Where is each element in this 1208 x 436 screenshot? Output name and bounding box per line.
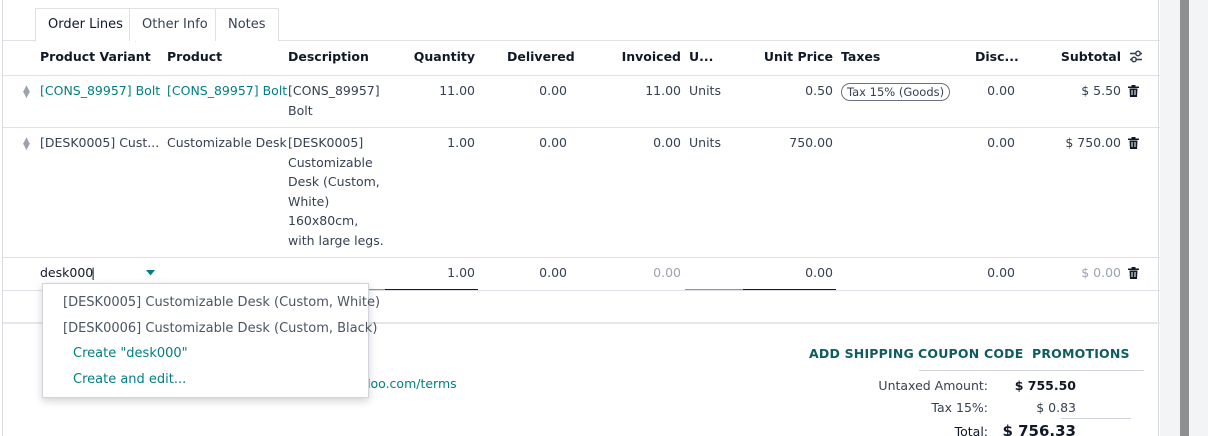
edit-quantity[interactable]: 1.00 xyxy=(403,265,475,280)
col-product[interactable]: Product xyxy=(167,49,222,64)
text-cursor: | xyxy=(91,265,96,280)
row-invoiced: 0.00 xyxy=(653,135,681,150)
dropdown-option[interactable]: [DESK0006] Customizable Desk (Custom, Bl… xyxy=(63,321,377,336)
row-product[interactable]: Customizable Desk xyxy=(167,135,287,150)
trash-icon[interactable] xyxy=(1128,85,1139,97)
column-settings-icon[interactable] xyxy=(1129,50,1143,63)
total-divider xyxy=(1061,418,1131,419)
promotions-button[interactable]: PROMOTIONS xyxy=(1032,346,1130,361)
row-product-variant[interactable]: [CONS_89957] Bolt xyxy=(40,83,160,98)
edit-subtotal: $ 0.00 xyxy=(1081,265,1121,280)
form-sheet: Order Lines Other Info Notes Product Var… xyxy=(2,0,1160,436)
row-unit-price[interactable]: 750.00 xyxy=(755,135,833,150)
create-and-edit-option[interactable]: Create and edit... xyxy=(73,372,186,387)
row-discount[interactable]: 0.00 xyxy=(943,135,1015,150)
drag-handle-icon[interactable]: ▲ ▼ xyxy=(23,85,31,100)
add-shipping-button[interactable]: ADD SHIPPING xyxy=(809,346,914,361)
row-uom[interactable]: Units xyxy=(689,135,721,150)
row-unit-price[interactable]: 0.50 xyxy=(755,83,833,98)
col-unit-price[interactable]: Unit Price xyxy=(755,49,833,64)
row-description[interactable]: [CONS_89957] Bolt xyxy=(288,81,388,120)
row-delivered[interactable]: 0.00 xyxy=(493,83,567,98)
drag-handle-icon[interactable]: ▲ ▼ xyxy=(23,137,31,152)
tax-label: Tax 15%: xyxy=(931,400,988,415)
edit-delivered[interactable]: 0.00 xyxy=(493,265,567,280)
row-delivered[interactable]: 0.00 xyxy=(493,135,567,150)
row-divider xyxy=(3,257,1160,258)
tab-notes[interactable]: Notes xyxy=(215,8,279,41)
variant-search-input[interactable]: desk000 xyxy=(40,265,93,280)
col-uom[interactable]: U... xyxy=(689,49,713,64)
header-divider xyxy=(3,75,1160,76)
row-subtotal: $ 5.50 xyxy=(1081,83,1121,98)
autocomplete-dropdown: [DESK0005] Customizable Desk (Custom, Wh… xyxy=(42,283,380,398)
coupon-code-button[interactable]: COUPON CODE xyxy=(918,346,1023,361)
untaxed-amount-label: Untaxed Amount: xyxy=(878,378,988,393)
col-subtotal[interactable]: Subtotal xyxy=(1043,49,1121,64)
row-product-variant[interactable]: [DESK0005] Cust... xyxy=(40,135,159,150)
row-discount[interactable]: 0.00 xyxy=(943,83,1015,98)
tab-order-lines[interactable]: Order Lines xyxy=(35,8,136,42)
col-delivered[interactable]: Delivered xyxy=(507,49,575,64)
tax-badge[interactable]: Tax 15% (Goods) xyxy=(841,83,951,101)
row-uom[interactable]: Units xyxy=(689,83,721,98)
col-invoiced[interactable]: Invoiced xyxy=(603,49,681,64)
untaxed-amount-value: $ 755.50 xyxy=(1014,378,1076,393)
total-label: Total: xyxy=(954,424,988,436)
caret-down-icon[interactable] xyxy=(146,270,155,276)
edit-discount[interactable]: 0.00 xyxy=(943,265,1015,280)
row-description[interactable]: [DESK0005] Customizable Desk (Custom, Wh… xyxy=(288,133,388,250)
row-invoiced: 11.00 xyxy=(645,83,681,98)
col-quantity[interactable]: Quantity xyxy=(403,49,475,64)
notebook-tabs: Order Lines Other Info Notes xyxy=(3,8,1160,42)
row-subtotal: $ 750.00 xyxy=(1065,135,1121,150)
row-quantity[interactable]: 11.00 xyxy=(403,83,475,98)
col-description[interactable]: Description xyxy=(288,49,369,64)
col-product-variant[interactable]: Product Variant xyxy=(40,49,151,64)
row-divider xyxy=(3,127,1160,128)
tax-value: $ 0.83 xyxy=(1036,400,1076,415)
edit-unit-price[interactable]: 0.00 xyxy=(755,265,833,280)
col-taxes[interactable]: Taxes xyxy=(841,49,880,64)
row-product[interactable]: [CONS_89957] Bolt xyxy=(167,83,287,98)
tab-other-info[interactable]: Other Info xyxy=(129,8,221,41)
trash-icon[interactable] xyxy=(1128,267,1139,279)
chatter-splitter[interactable] xyxy=(1180,0,1189,436)
row-quantity[interactable]: 1.00 xyxy=(403,135,475,150)
dropdown-option[interactable]: [DESK0005] Customizable Desk (Custom, Wh… xyxy=(63,295,380,310)
trash-icon[interactable] xyxy=(1128,137,1139,149)
total-value: $ 756.33 xyxy=(1002,422,1076,436)
col-discount[interactable]: Disc... xyxy=(975,49,1019,64)
edit-invoiced: 0.00 xyxy=(653,265,681,280)
totals-divider xyxy=(919,370,1144,371)
create-option[interactable]: Create "desk000" xyxy=(73,346,188,361)
